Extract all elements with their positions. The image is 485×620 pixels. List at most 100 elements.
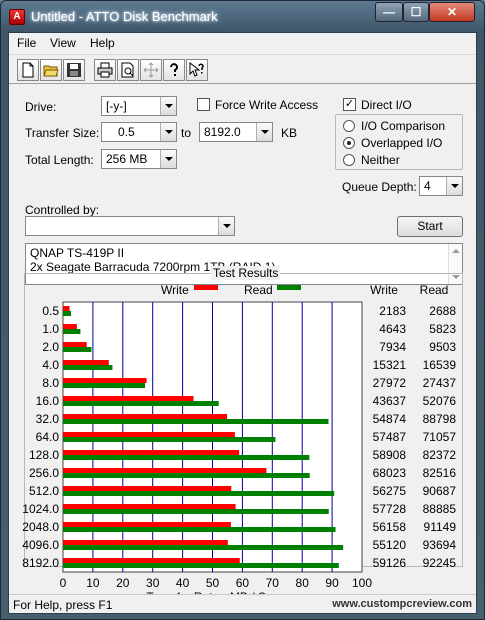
read-value-label: 91149: [424, 520, 457, 534]
read-value-label: 2688: [429, 304, 456, 318]
category-label: 0.5: [42, 304, 59, 318]
save-icon[interactable]: [63, 59, 85, 81]
legend-read-swatch: [277, 285, 301, 290]
write-bar: [63, 540, 228, 545]
category-label: 16.0: [36, 394, 60, 408]
write-bar: [63, 468, 267, 473]
read-bar: [63, 365, 113, 370]
write-value-label: 56275: [373, 484, 407, 498]
write-bar: [63, 504, 236, 509]
write-value-label: 15321: [373, 358, 407, 372]
read-bar: [63, 527, 336, 532]
x-tick-label: 90: [325, 576, 339, 590]
read-value-label: 82516: [423, 466, 457, 480]
read-bar: [63, 473, 310, 478]
write-value-label: 57728: [373, 502, 407, 516]
write-value-label: 2183: [379, 304, 406, 318]
category-label: 1024.0: [22, 502, 59, 516]
client-area: File View Help Drive: [-y-] Force Write …: [8, 32, 477, 614]
read-bar: [63, 437, 276, 442]
write-value-label: 43637: [373, 394, 407, 408]
category-label: 512.0: [29, 484, 59, 498]
write-value-label: 57487: [373, 430, 407, 444]
category-label: 64.0: [36, 430, 60, 444]
read-value-label: 27437: [423, 376, 457, 390]
write-bar: [63, 432, 235, 437]
read-value-label: 71057: [423, 430, 457, 444]
write-bar: [63, 450, 240, 455]
read-bar: [63, 455, 310, 460]
read-value-label: 82372: [423, 448, 457, 462]
atto-app-icon: A: [9, 9, 25, 25]
write-value-label: 54874: [373, 412, 407, 426]
legend-read-label: Read: [244, 283, 273, 297]
menu-bar: File View Help: [9, 33, 476, 53]
category-label: 8.0: [42, 376, 59, 390]
read-value-label: 92245: [423, 556, 457, 570]
x-tick-label: 0: [60, 576, 67, 590]
read-value-label: 93694: [423, 538, 457, 552]
x-tick-label: 50: [206, 576, 220, 590]
x-tick-label: 30: [146, 576, 160, 590]
read-bar: [63, 383, 146, 388]
write-value-label: 56158: [373, 520, 407, 534]
x-tick-label: 60: [236, 576, 250, 590]
minimize-button[interactable]: —: [375, 2, 403, 22]
write-value-label: 55120: [373, 538, 407, 552]
write-bar: [63, 522, 231, 527]
write-value-label: 58908: [373, 448, 407, 462]
write-bar: [63, 558, 240, 563]
toolbar: [9, 54, 476, 84]
x-tick-label: 100: [352, 576, 372, 590]
maximize-button[interactable]: ☐: [403, 2, 429, 22]
write-value-label: 27972: [373, 376, 407, 390]
category-label: 32.0: [36, 412, 60, 426]
read-bar: [63, 509, 329, 514]
category-label: 1.0: [42, 322, 59, 336]
print-icon[interactable]: [94, 59, 116, 81]
open-icon[interactable]: [40, 59, 62, 81]
write-value-label: 68023: [373, 466, 407, 480]
results-chart: 0102030405060708090100Transfer Rate - MB…: [22, 283, 457, 594]
write-bar: [63, 342, 87, 347]
new-icon[interactable]: [17, 59, 39, 81]
legend-write-label: Write: [161, 283, 189, 297]
legend-write-swatch: [194, 285, 218, 290]
write-bar: [63, 378, 147, 383]
window-title: Untitled - ATTO Disk Benchmark: [31, 9, 218, 24]
read-value-label: 90687: [423, 484, 457, 498]
x-tick-label: 80: [296, 576, 310, 590]
category-label: 4096.0: [22, 538, 59, 552]
category-label: 256.0: [29, 466, 59, 480]
read-value-label: 5823: [429, 322, 456, 336]
app-window: A Untitled - ATTO Disk Benchmark — ☐ ✕ F…: [0, 0, 485, 620]
context-help-icon[interactable]: [186, 59, 208, 81]
category-label: 2048.0: [22, 520, 59, 534]
read-column-header: Read: [420, 283, 449, 297]
read-value-label: 52076: [423, 394, 457, 408]
category-label: 2.0: [42, 340, 59, 354]
help-icon[interactable]: [163, 59, 185, 81]
menu-file[interactable]: File: [17, 36, 36, 50]
read-value-label: 16539: [423, 358, 457, 372]
move-icon[interactable]: [140, 59, 162, 81]
category-label: 128.0: [29, 448, 59, 462]
read-value-label: 88798: [423, 412, 457, 426]
write-bar: [63, 360, 109, 365]
print-preview-icon[interactable]: [117, 59, 139, 81]
menu-help[interactable]: Help: [90, 36, 115, 50]
write-bar: [63, 324, 77, 329]
write-bar: [63, 414, 228, 419]
category-label: 4.0: [42, 358, 59, 372]
write-column-header: Write: [370, 283, 398, 297]
write-bar: [63, 306, 70, 311]
status-text: For Help, press F1: [13, 598, 113, 612]
title-bar[interactable]: A Untitled - ATTO Disk Benchmark — ☐ ✕: [1, 1, 484, 31]
close-button[interactable]: ✕: [429, 2, 475, 22]
menu-view[interactable]: View: [50, 36, 76, 50]
write-bar: [63, 486, 232, 491]
read-bar: [63, 401, 219, 406]
x-tick-label: 20: [116, 576, 130, 590]
site-watermark: www.custompcreview.com: [332, 598, 472, 610]
x-tick-label: 10: [86, 576, 100, 590]
